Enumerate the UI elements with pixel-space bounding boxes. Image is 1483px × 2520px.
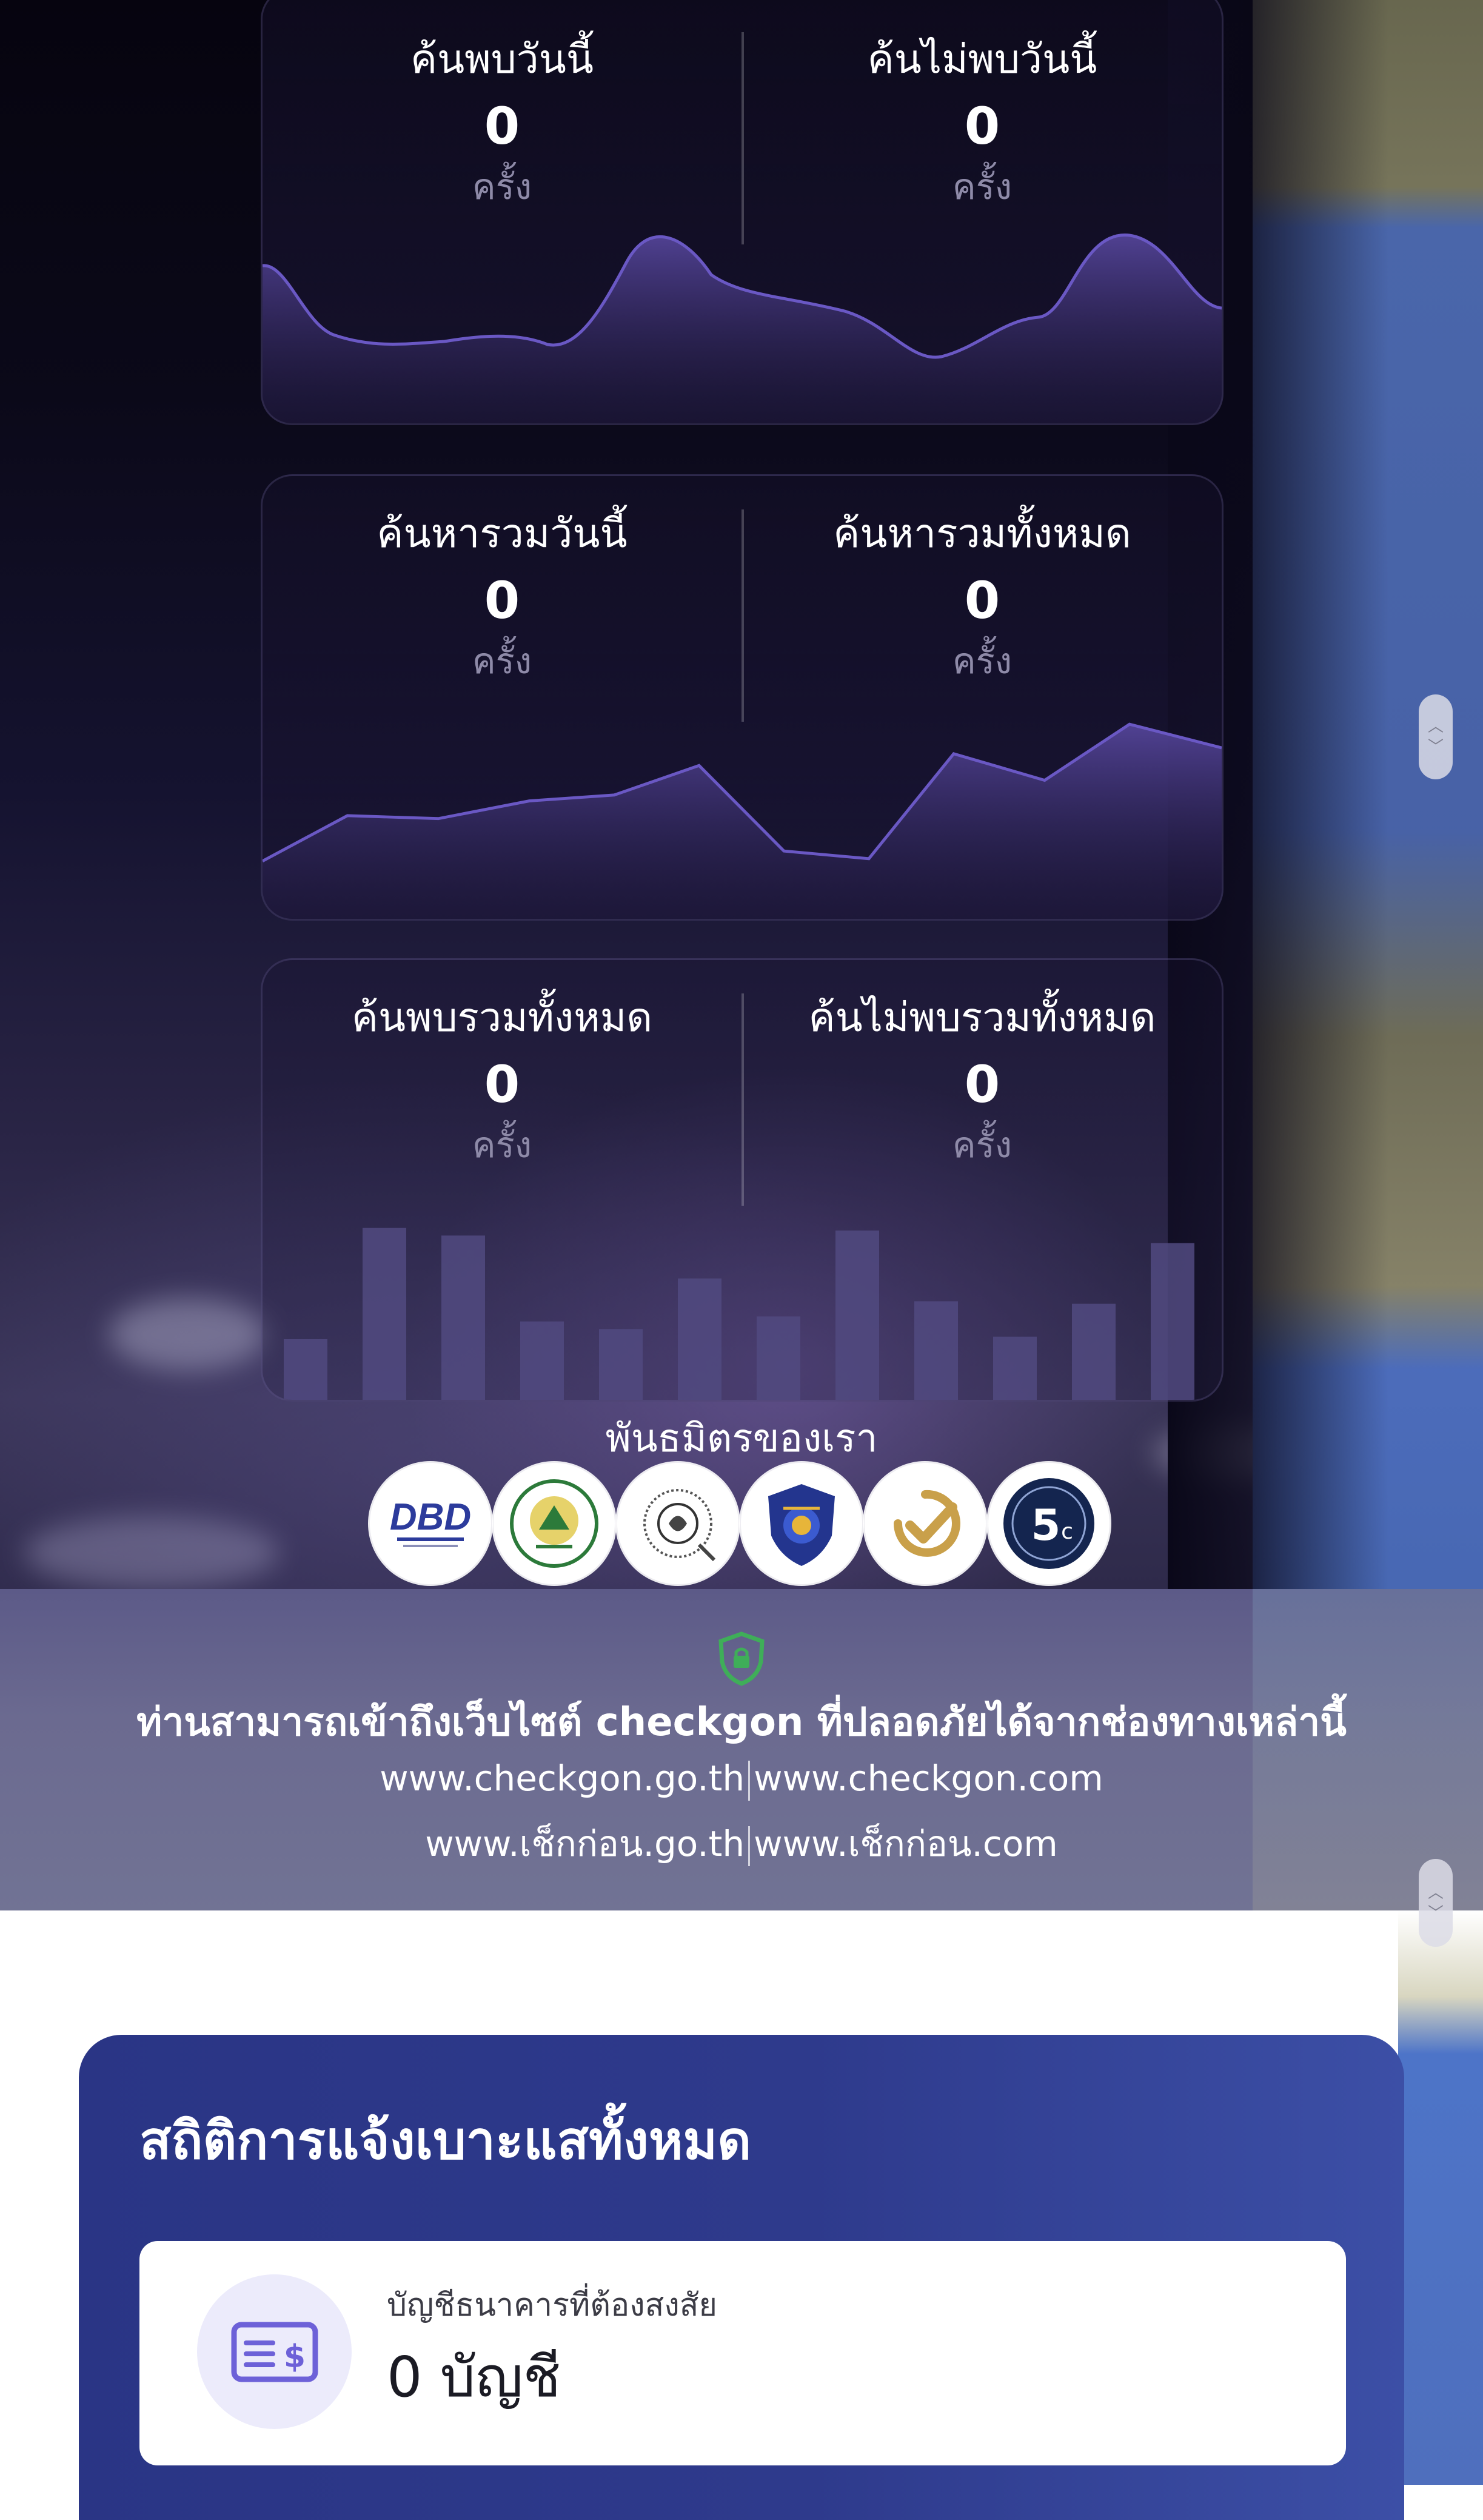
- partner-logos: DBD 5 c: [370, 1463, 1117, 1590]
- stat-label: ค้นพบวันนี้: [410, 36, 594, 82]
- partner-logo-check[interactable]: [865, 1463, 986, 1584]
- scroll-handle[interactable]: ︿ ﹀: [1419, 694, 1453, 779]
- dbd-logo-icon: DBD: [390, 1496, 471, 1547]
- stat-value: 0: [964, 96, 1000, 156]
- safe-links-row-2: www.เช็กก่อน.go.th www.เช็กก่อน.com: [0, 1815, 1483, 1872]
- svg-text:c: c: [1061, 1519, 1073, 1544]
- shield-lock-icon: [718, 1631, 765, 1686]
- stat-found-today: ค้นพบวันนี้ 0 ครั้ง: [263, 32, 742, 214]
- link-thai-com[interactable]: www.เช็กก่อน.com: [754, 1823, 1058, 1864]
- stat-search-total: ค้นหารวมทั้งหมด 0 ครั้ง: [743, 506, 1222, 688]
- stat-value: 0: [964, 571, 1000, 630]
- link-thai-go-th[interactable]: www.เช็กก่อน.go.th: [425, 1823, 745, 1864]
- area-chart-decoration: [263, 234, 1222, 423]
- stat-value: 0: [964, 1055, 1000, 1114]
- report-card-label: บัญชีธนาคารที่ต้องสงสัย: [387, 2287, 718, 2323]
- report-card-value: 0 บัญชี: [387, 2345, 561, 2410]
- scroll-handle-2[interactable]: ︿ ﹀: [1419, 1859, 1453, 1947]
- stat-card-total: ค้นพบรวมทั้งหมด 0 ครั้ง ค้นไม่พบรวมทั้งห…: [261, 958, 1224, 1402]
- stat-card-today: ค้นพบวันนี้ 0 ครั้ง ค้นไม่พบวันนี้ 0 ครั…: [261, 0, 1224, 425]
- stat-unit: ครั้ง: [952, 1124, 1013, 1166]
- partner-logo-gov-seal[interactable]: [494, 1463, 615, 1584]
- stat-label: ค้นหารวมวันนี้: [377, 510, 628, 557]
- stat-label: ค้นพบรวมทั้งหมด: [351, 994, 653, 1041]
- seal-icon: [510, 1479, 598, 1568]
- partner-logo-thai-seal[interactable]: [617, 1463, 738, 1584]
- chevron-down-icon: ﹀: [1427, 1904, 1444, 1923]
- chevron-up-icon: ︿: [1427, 1883, 1444, 1902]
- safe-access-title: ท่านสามารถเข้าถึงเว็บไซต์ checkgon ที่ปล…: [136, 1700, 1347, 1745]
- report-stats-title: สถิติการแจ้งเบาะแสทั้งหมด: [139, 2111, 752, 2171]
- emblem-icon: [643, 1489, 716, 1562]
- stat-value: 0: [484, 571, 520, 630]
- svg-text:5: 5: [1031, 1500, 1061, 1550]
- line-chart-decoration: [263, 722, 1222, 919]
- partner-logo-5g[interactable]: 5 c: [988, 1463, 1110, 1584]
- stat-search-today: ค้นหารวมวันนี้ 0 ครั้ง: [263, 506, 742, 688]
- partners-title: พันธมิตรของเรา: [605, 1416, 878, 1461]
- chevron-down-icon: ﹀: [1427, 738, 1444, 756]
- svg-text:$: $: [283, 2339, 305, 2375]
- stat-value: 0: [484, 1055, 520, 1114]
- safe-links-row-1: www.checkgon.go.th www.checkgon.com: [0, 1758, 1483, 1801]
- link-checkgon-go-th[interactable]: www.checkgon.go.th: [380, 1758, 745, 1799]
- svg-text:DBD: DBD: [390, 1496, 471, 1538]
- bank-bill-icon: $: [197, 2274, 352, 2429]
- stat-not-found-total: ค้นไม่พบรวมทั้งหมด 0 ครั้ง: [743, 990, 1222, 1172]
- stat-label: ค้นไม่พบวันนี้: [867, 36, 1097, 82]
- background-strip: [1253, 0, 1483, 1589]
- 5g-logo-icon: 5 c: [1003, 1478, 1094, 1569]
- stat-found-total: ค้นพบรวมทั้งหมด 0 ครั้ง: [263, 990, 742, 1172]
- stat-not-found-today: ค้นไม่พบวันนี้ 0 ครั้ง: [743, 32, 1222, 214]
- police-badge-icon: [768, 1484, 835, 1566]
- bar-chart-decoration: [284, 1228, 1194, 1400]
- partner-logo-police[interactable]: [741, 1463, 862, 1584]
- stat-card-search: ค้นหารวมวันนี้ 0 ครั้ง ค้นหารวมทั้งหมด 0…: [261, 474, 1224, 921]
- link-checkgon-com[interactable]: www.checkgon.com: [754, 1758, 1103, 1799]
- stat-label: ค้นไม่พบรวมทั้งหมด: [808, 994, 1156, 1041]
- stat-unit: ครั้ง: [472, 1124, 532, 1166]
- partner-logo-dbd[interactable]: DBD: [370, 1463, 491, 1584]
- stat-unit: ครั้ง: [952, 640, 1013, 682]
- stat-label: ค้นหารวมทั้งหมด: [833, 510, 1131, 557]
- chevron-up-icon: ︿: [1427, 717, 1444, 736]
- check-badge-icon: [894, 1490, 960, 1557]
- stat-value: 0: [484, 96, 520, 156]
- stat-unit: ครั้ง: [472, 640, 532, 682]
